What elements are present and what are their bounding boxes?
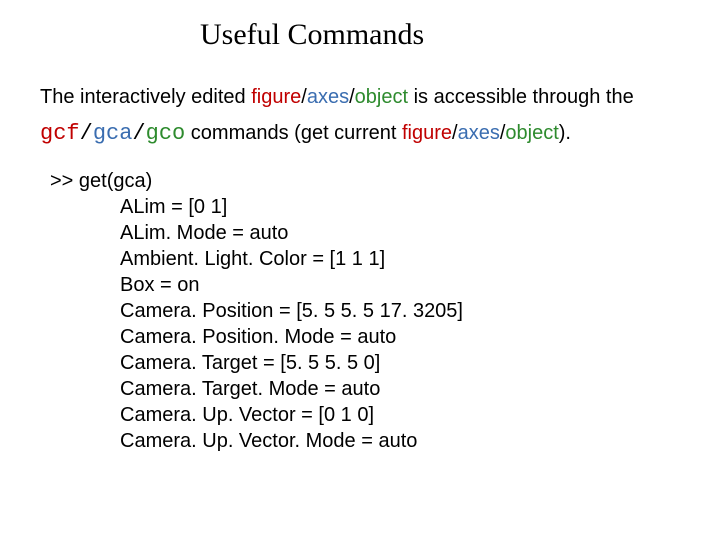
text-fragment: ).	[559, 122, 571, 144]
output-line: Camera. Position = [5. 5 5. 5 17. 3205]	[120, 298, 720, 324]
description-paragraph: The interactively edited figure / axes / obj…	[40, 80, 680, 154]
output-line: Camera. Target = [5. 5 5. 5 0]	[120, 350, 720, 376]
text-fragment: is accessible through the	[408, 86, 634, 108]
separator: /	[80, 121, 93, 146]
keyword-figure: figure	[251, 86, 301, 108]
output-line: Box = on	[120, 272, 720, 298]
output-line: Camera. Target. Mode = auto	[120, 376, 720, 402]
keyword-object: object	[355, 86, 408, 108]
output-line: Camera. Position. Mode = auto	[120, 324, 720, 350]
separator: /	[132, 121, 145, 146]
slide-title: Useful Commands	[200, 18, 720, 52]
keyword-axes: axes	[458, 122, 500, 144]
keyword-axes: axes	[307, 86, 349, 108]
output-line: ALim. Mode = auto	[120, 220, 720, 246]
command-gcf: gcf	[40, 121, 80, 146]
command-gco: gco	[146, 121, 186, 146]
text-fragment: The interactively edited	[40, 86, 251, 108]
output-line: Camera. Up. Vector. Mode = auto	[120, 428, 720, 454]
output-line: Ambient. Light. Color = [1 1 1]	[120, 246, 720, 272]
keyword-object: object	[505, 122, 558, 144]
output-line: Camera. Up. Vector = [0 1 0]	[120, 402, 720, 428]
code-output: >> get(gca) ALim = [0 1] ALim. Mode = au…	[50, 168, 720, 454]
prompt-line: >> get(gca)	[50, 168, 720, 194]
command-gca: gca	[93, 121, 133, 146]
keyword-figure: figure	[402, 122, 452, 144]
output-line: ALim = [0 1]	[120, 194, 720, 220]
text-fragment: commands (get current	[185, 122, 402, 144]
